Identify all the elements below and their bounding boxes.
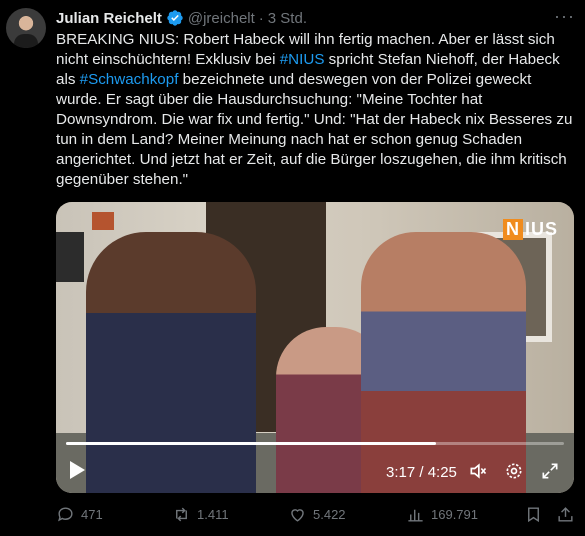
tweet-text: BREAKING NIUS: Robert Habeck will ihn fe… <box>56 30 576 190</box>
hashtag-schwachkopf[interactable]: #Schwachkopf <box>80 71 179 88</box>
tweet-header: Julian Reichelt @jreichelt · 3 Std. ··· <box>56 6 575 30</box>
share-button[interactable] <box>556 505 581 524</box>
repost-button[interactable]: 1.411 <box>172 505 229 524</box>
fullscreen-icon[interactable] <box>540 461 560 481</box>
views-icon <box>408 509 423 522</box>
video-mailbox <box>56 232 84 282</box>
like-icon <box>291 509 304 522</box>
video-time-display: 3:17 / 4:25 <box>386 464 457 481</box>
logo-letter: N <box>502 218 523 240</box>
author-name[interactable]: Julian Reichelt <box>56 10 162 27</box>
tweet-actions: 471 1.411 5.422 169.791 <box>52 505 575 529</box>
reply-button[interactable]: 471 <box>56 505 103 524</box>
avatar[interactable] <box>6 8 46 48</box>
nius-logo: N IUS <box>497 216 564 242</box>
video-player[interactable]: N IUS 3:17 / 4:25 <box>56 202 574 493</box>
tweet-time[interactable]: 3 Std. <box>268 10 307 27</box>
views-count: 169.791 <box>431 507 478 522</box>
more-icon[interactable]: ··· <box>554 6 575 27</box>
separator-dot: · <box>258 9 264 27</box>
reply-count: 471 <box>81 507 103 522</box>
video-sign <box>92 212 114 230</box>
logo-text: IUS <box>524 218 558 239</box>
text-part: bezeichnete und deswegen von der Polizei… <box>56 71 577 188</box>
share-icon <box>558 507 573 522</box>
video-person-man <box>361 232 526 493</box>
repost-icon <box>176 507 187 522</box>
views-button[interactable]: 169.791 <box>406 505 478 524</box>
verified-badge-icon <box>166 9 184 27</box>
settings-icon[interactable] <box>504 461 524 481</box>
bookmark-button[interactable] <box>524 505 549 524</box>
play-icon[interactable] <box>70 461 85 479</box>
video-person-interviewer <box>86 232 256 493</box>
video-progress-fill <box>66 442 436 445</box>
bookmark-icon <box>528 507 539 523</box>
video-progress-bar[interactable] <box>66 442 564 445</box>
reply-icon <box>58 507 73 522</box>
like-button[interactable]: 5.422 <box>288 505 346 524</box>
author-handle[interactable]: @jreichelt <box>188 10 255 27</box>
volume-icon[interactable] <box>468 461 488 481</box>
hashtag-nius[interactable]: #NIUS <box>280 51 325 68</box>
repost-count: 1.411 <box>197 507 229 522</box>
like-count: 5.422 <box>313 507 346 522</box>
